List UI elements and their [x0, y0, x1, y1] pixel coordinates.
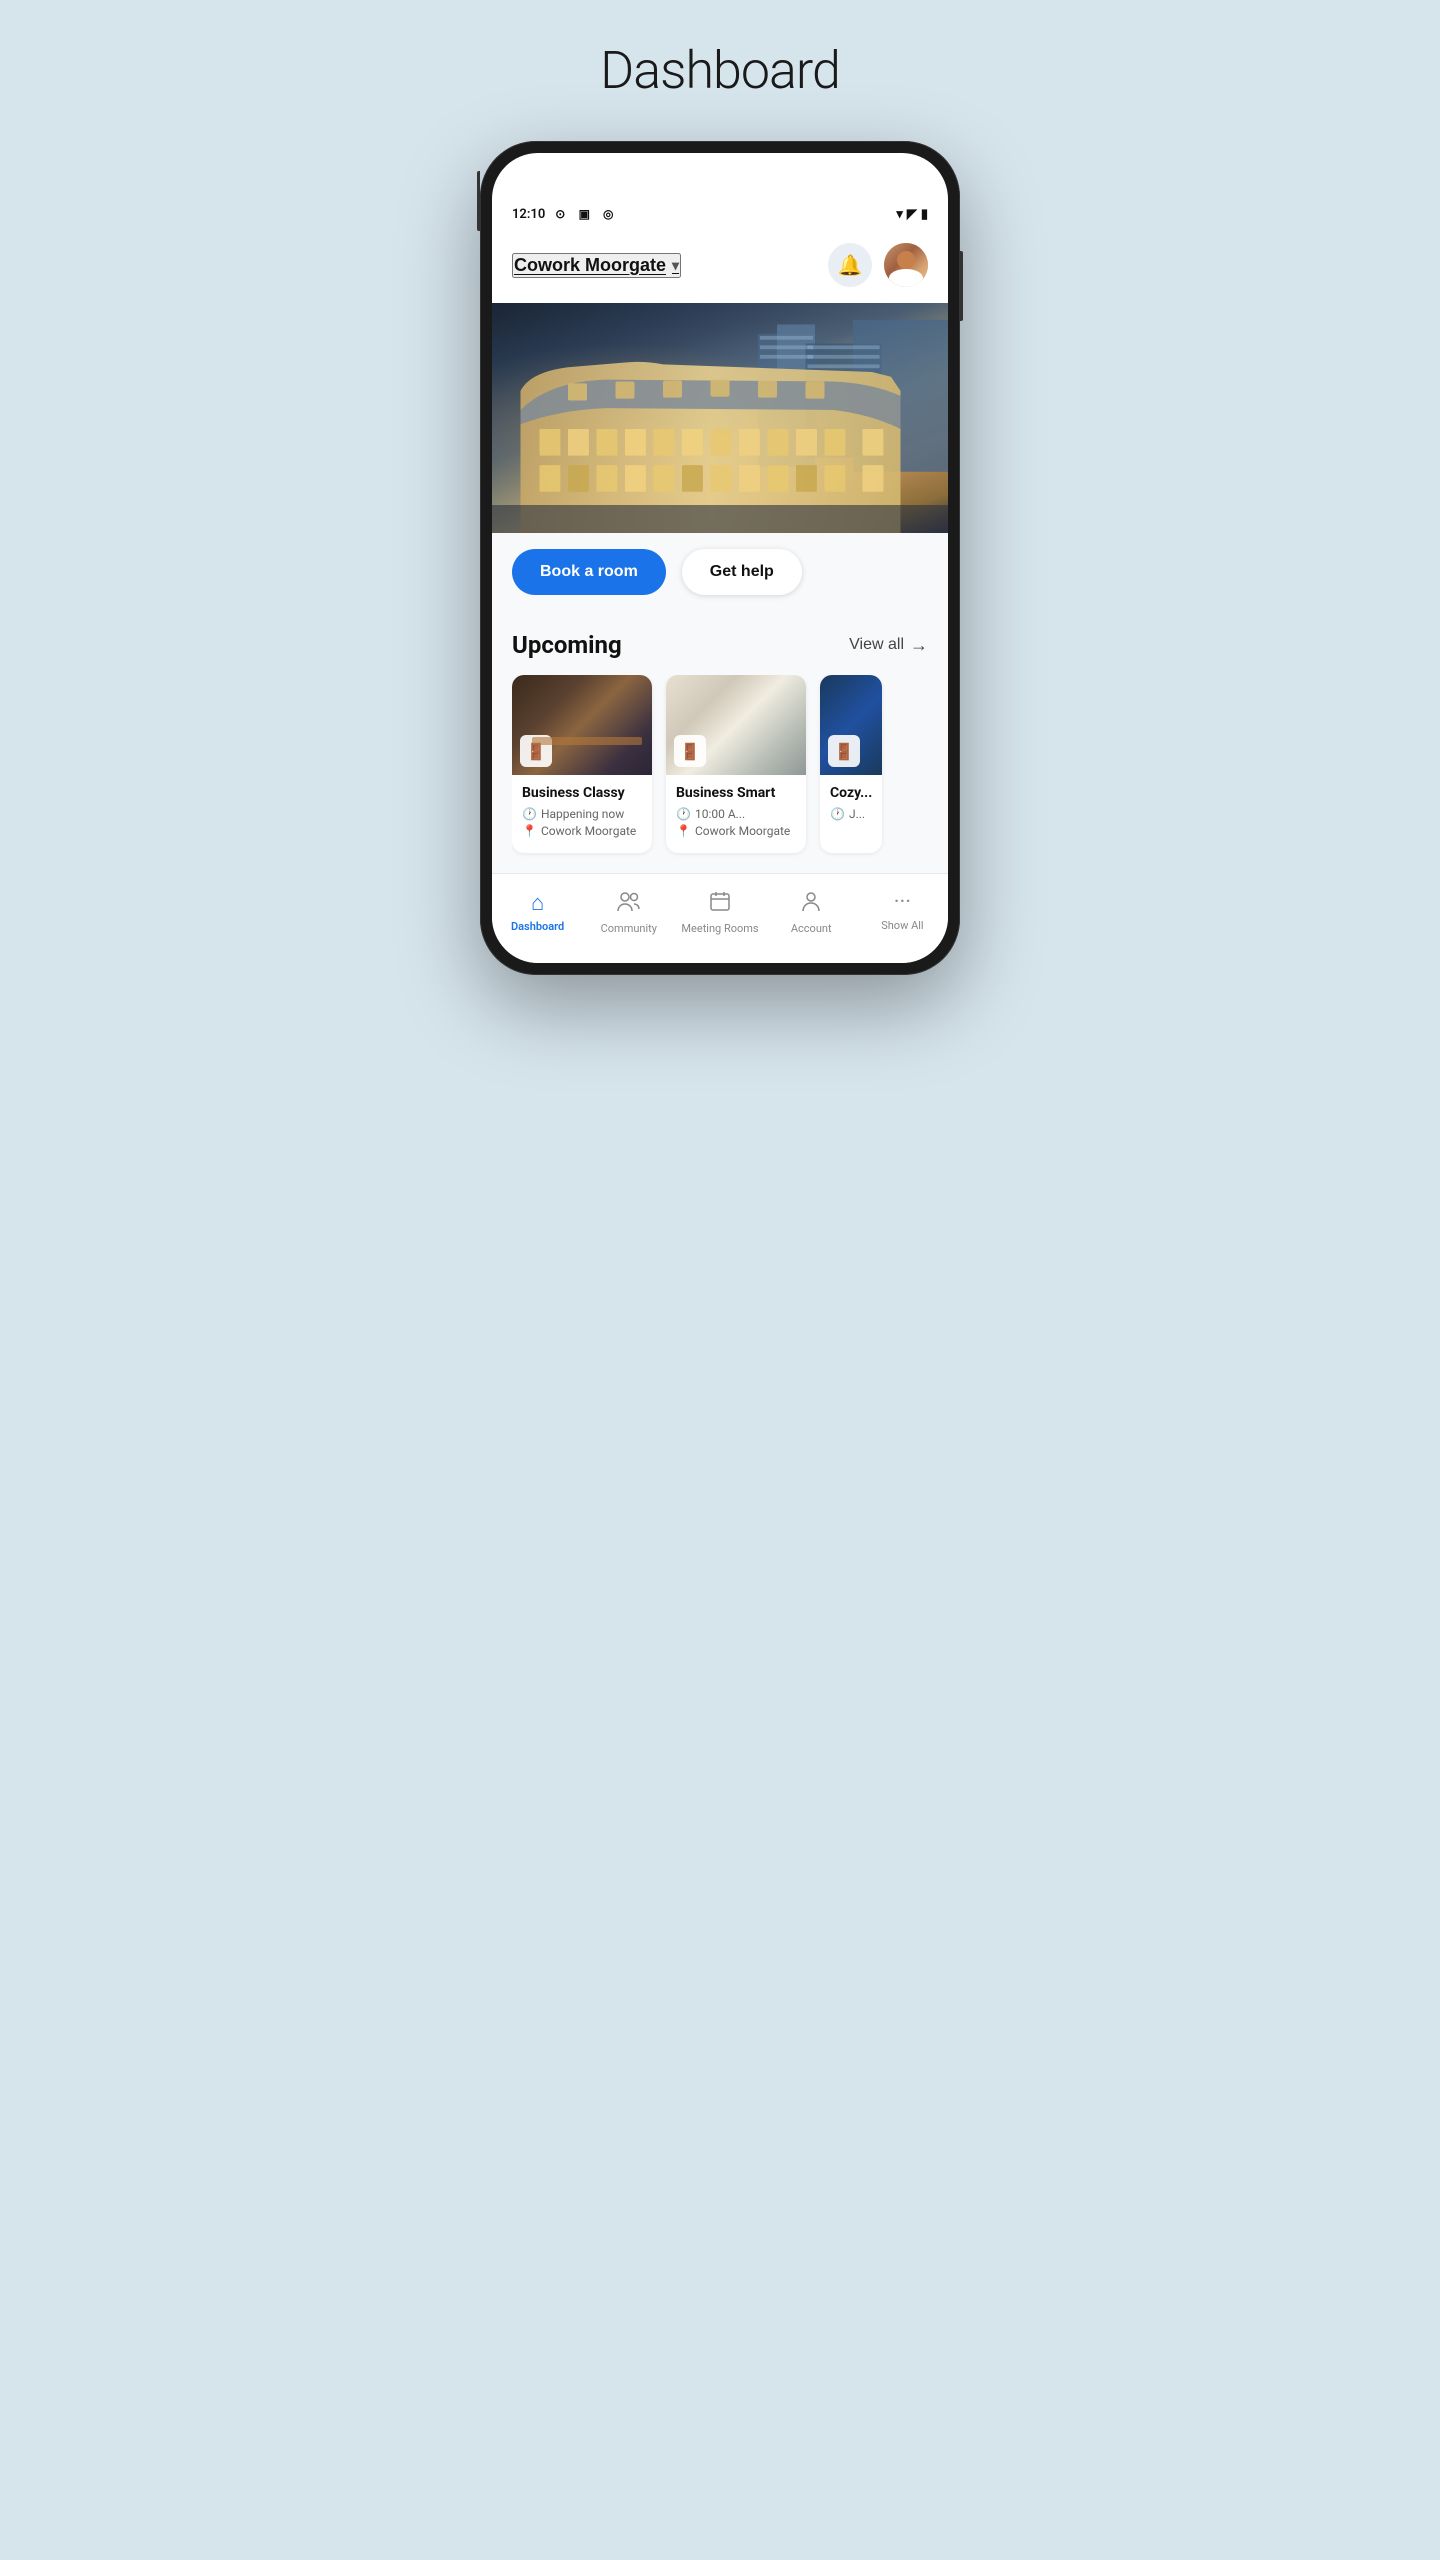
card-location-2: 📍 Cowork Moorgate — [676, 824, 796, 838]
nav-item-account[interactable]: Account — [766, 886, 857, 939]
room-card-1[interactable]: 🚪 Business Classy 🕐 Happening now 📍 Cowo… — [512, 675, 652, 853]
room-type-icon-2: 🚪 — [674, 735, 706, 767]
pin-icon-1: 📍 — [522, 824, 537, 838]
bottom-nav: ⌂ Dashboard Community — [492, 873, 948, 963]
phone-screen: 12:10 ⊙ ▣ ◎ ▾ ◤ ▮ Cowork Moorgate ▾ 🔔 — [492, 153, 948, 963]
nav-item-show-all[interactable]: ··· Show All — [857, 886, 948, 939]
room-type-icon-3: 🚪 — [828, 735, 860, 767]
status-bar: 12:10 ⊙ ▣ ◎ ▾ ◤ ▮ — [492, 153, 948, 231]
clock-icon-1: 🕐 — [522, 807, 537, 821]
view-all-label: View all — [849, 636, 904, 654]
get-help-button[interactable]: Get help — [682, 549, 802, 595]
location-selector[interactable]: Cowork Moorgate ▾ — [512, 253, 681, 278]
person-icon — [800, 890, 822, 918]
calendar-icon — [709, 890, 731, 918]
nav-label-show-all: Show All — [881, 919, 923, 932]
card-time-3: J... — [849, 807, 865, 821]
room-cards-row: 🚪 Business Classy 🕐 Happening now 📍 Cowo… — [512, 675, 928, 861]
card-title-3: Cozy... — [830, 785, 872, 801]
clock-icon-2: 🕐 — [676, 807, 691, 821]
card-image-3: 🚪 — [820, 675, 882, 775]
status-right: ▾ ◤ ▮ — [896, 207, 928, 222]
notification-bell-button[interactable]: 🔔 — [828, 243, 872, 287]
card-status-3: 🕐 J... — [830, 807, 872, 821]
view-all-arrow-icon: → — [910, 635, 928, 656]
nav-label-meeting-rooms: Meeting Rooms — [681, 922, 758, 935]
battery-icon: ▮ — [921, 207, 928, 222]
clock-icon-3: 🕐 — [830, 807, 845, 821]
header-actions: 🔔 — [828, 243, 928, 287]
card-body-2: Business Smart 🕐 10:00 A... 📍 Cowork Moo… — [666, 775, 806, 853]
avatar-image — [884, 243, 928, 287]
pin-icon-2: 📍 — [676, 824, 691, 838]
nav-item-dashboard[interactable]: ⌂ Dashboard — [492, 886, 583, 939]
bell-icon: 🔔 — [838, 253, 863, 278]
app-header: Cowork Moorgate ▾ 🔔 — [492, 231, 948, 303]
avatar[interactable] — [884, 243, 928, 287]
card-status-1: 🕐 Happening now — [522, 807, 642, 821]
nav-label-community: Community — [601, 922, 657, 935]
hero-actions: Book a room Get help — [492, 533, 948, 611]
page-title: Dashboard — [600, 40, 840, 101]
status-icon-2: ▣ — [575, 205, 593, 223]
view-all-button[interactable]: View all → — [849, 635, 928, 656]
room-type-icon-1: 🚪 — [520, 735, 552, 767]
upcoming-title: Upcoming — [512, 631, 622, 659]
nav-label-account: Account — [791, 922, 832, 935]
room-card-2[interactable]: 🚪 Business Smart 🕐 10:00 A... 📍 Cowork M… — [666, 675, 806, 853]
community-icon — [617, 890, 641, 918]
chevron-down-icon: ▾ — [672, 257, 679, 274]
wifi-icon: ▾ — [896, 207, 903, 222]
card-status-2: 🕐 10:00 A... — [676, 807, 796, 821]
upcoming-section: Upcoming View all → 🚪 Business Classy — [492, 611, 948, 873]
card-location-1: 📍 Cowork Moorgate — [522, 824, 642, 838]
card-place-2: Cowork Moorgate — [695, 824, 790, 838]
status-icon-1: ⊙ — [551, 205, 569, 223]
status-icon-3: ◎ — [599, 205, 617, 223]
book-room-button[interactable]: Book a room — [512, 549, 666, 595]
card-place-1: Cowork Moorgate — [541, 824, 636, 838]
location-name: Cowork Moorgate — [514, 255, 666, 276]
building-illustration — [492, 315, 948, 534]
status-time: 12:10 — [512, 207, 545, 222]
hero-image — [492, 303, 948, 533]
card-body-1: Business Classy 🕐 Happening now 📍 Cowork… — [512, 775, 652, 853]
nav-item-community[interactable]: Community — [583, 886, 674, 939]
card-title-2: Business Smart — [676, 785, 796, 801]
room-card-3[interactable]: 🚪 Cozy... 🕐 J... — [820, 675, 882, 853]
card-time-1: Happening now — [541, 807, 624, 821]
nav-item-meeting-rooms[interactable]: Meeting Rooms — [674, 886, 765, 939]
card-image-2: 🚪 — [666, 675, 806, 775]
more-icon: ··· — [894, 890, 911, 915]
status-left: 12:10 ⊙ ▣ ◎ — [512, 205, 617, 223]
card-body-3: Cozy... 🕐 J... — [820, 775, 882, 836]
nav-label-dashboard: Dashboard — [511, 920, 564, 933]
phone-shell: 12:10 ⊙ ▣ ◎ ▾ ◤ ▮ Cowork Moorgate ▾ 🔔 — [480, 141, 960, 975]
card-time-2: 10:00 A... — [695, 807, 745, 821]
card-title-1: Business Classy — [522, 785, 642, 801]
card-image-1: 🚪 — [512, 675, 652, 775]
home-icon: ⌂ — [531, 890, 544, 916]
upcoming-header: Upcoming View all → — [512, 631, 928, 659]
signal-icon: ◤ — [907, 207, 917, 222]
